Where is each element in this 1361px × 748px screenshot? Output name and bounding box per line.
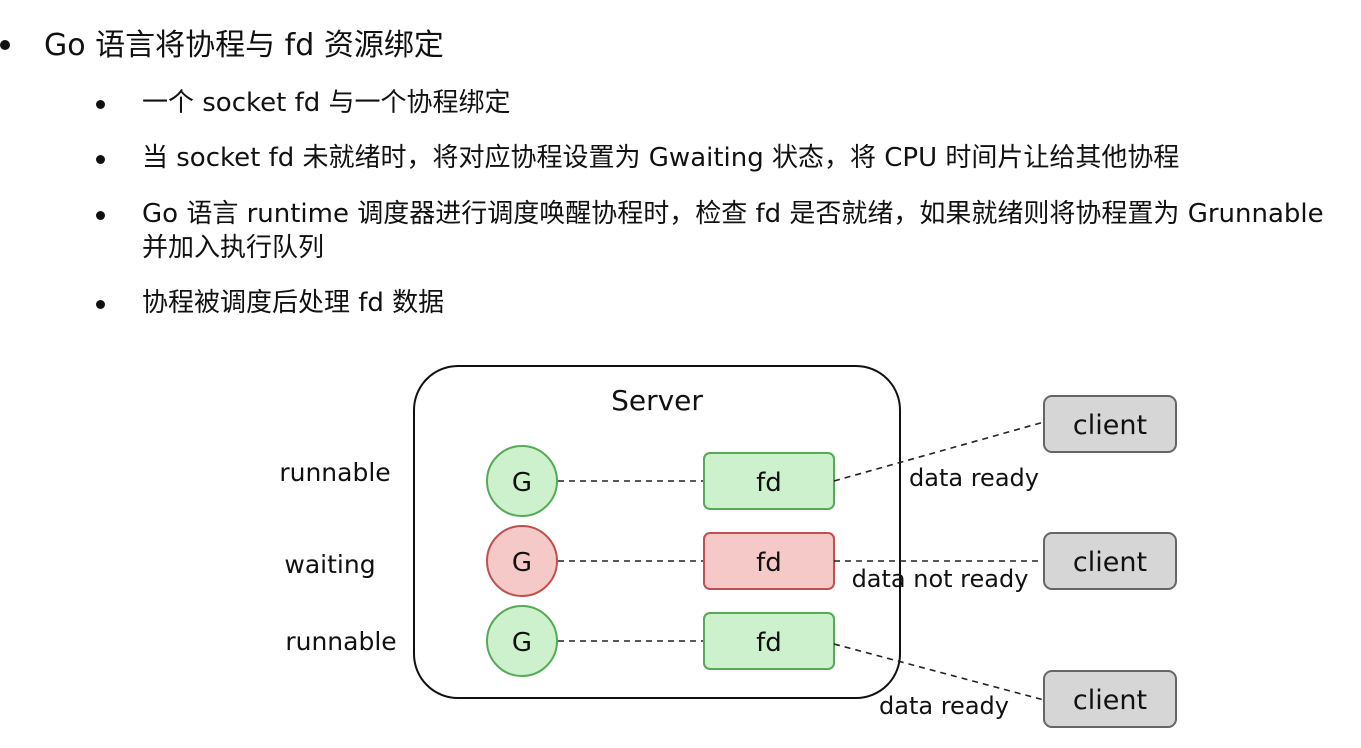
client-label: client xyxy=(1073,547,1147,578)
goroutine-label: G xyxy=(512,548,532,578)
row-runnable-bottom: runnable G fd data ready client xyxy=(285,605,1177,728)
link-status-label: data not ready xyxy=(852,565,1029,593)
link-status-label: data ready xyxy=(909,464,1039,492)
fd-label: fd xyxy=(756,548,782,578)
fd-label: fd xyxy=(756,628,782,658)
state-label: runnable xyxy=(285,627,396,656)
client-label: client xyxy=(1073,410,1147,441)
goroutine-label: G xyxy=(512,628,532,658)
link-status-label: data ready xyxy=(879,692,1009,720)
server-label: Server xyxy=(611,384,703,417)
state-label: runnable xyxy=(279,458,390,487)
fd-label: fd xyxy=(756,468,782,498)
goroutine-fd-diagram: Server runnable G fd data ready client w… xyxy=(279,365,1177,728)
client-label: client xyxy=(1073,685,1147,716)
state-label: waiting xyxy=(284,550,375,579)
goroutine-label: G xyxy=(512,468,532,498)
row-waiting: waiting G fd data not ready client xyxy=(284,525,1177,597)
